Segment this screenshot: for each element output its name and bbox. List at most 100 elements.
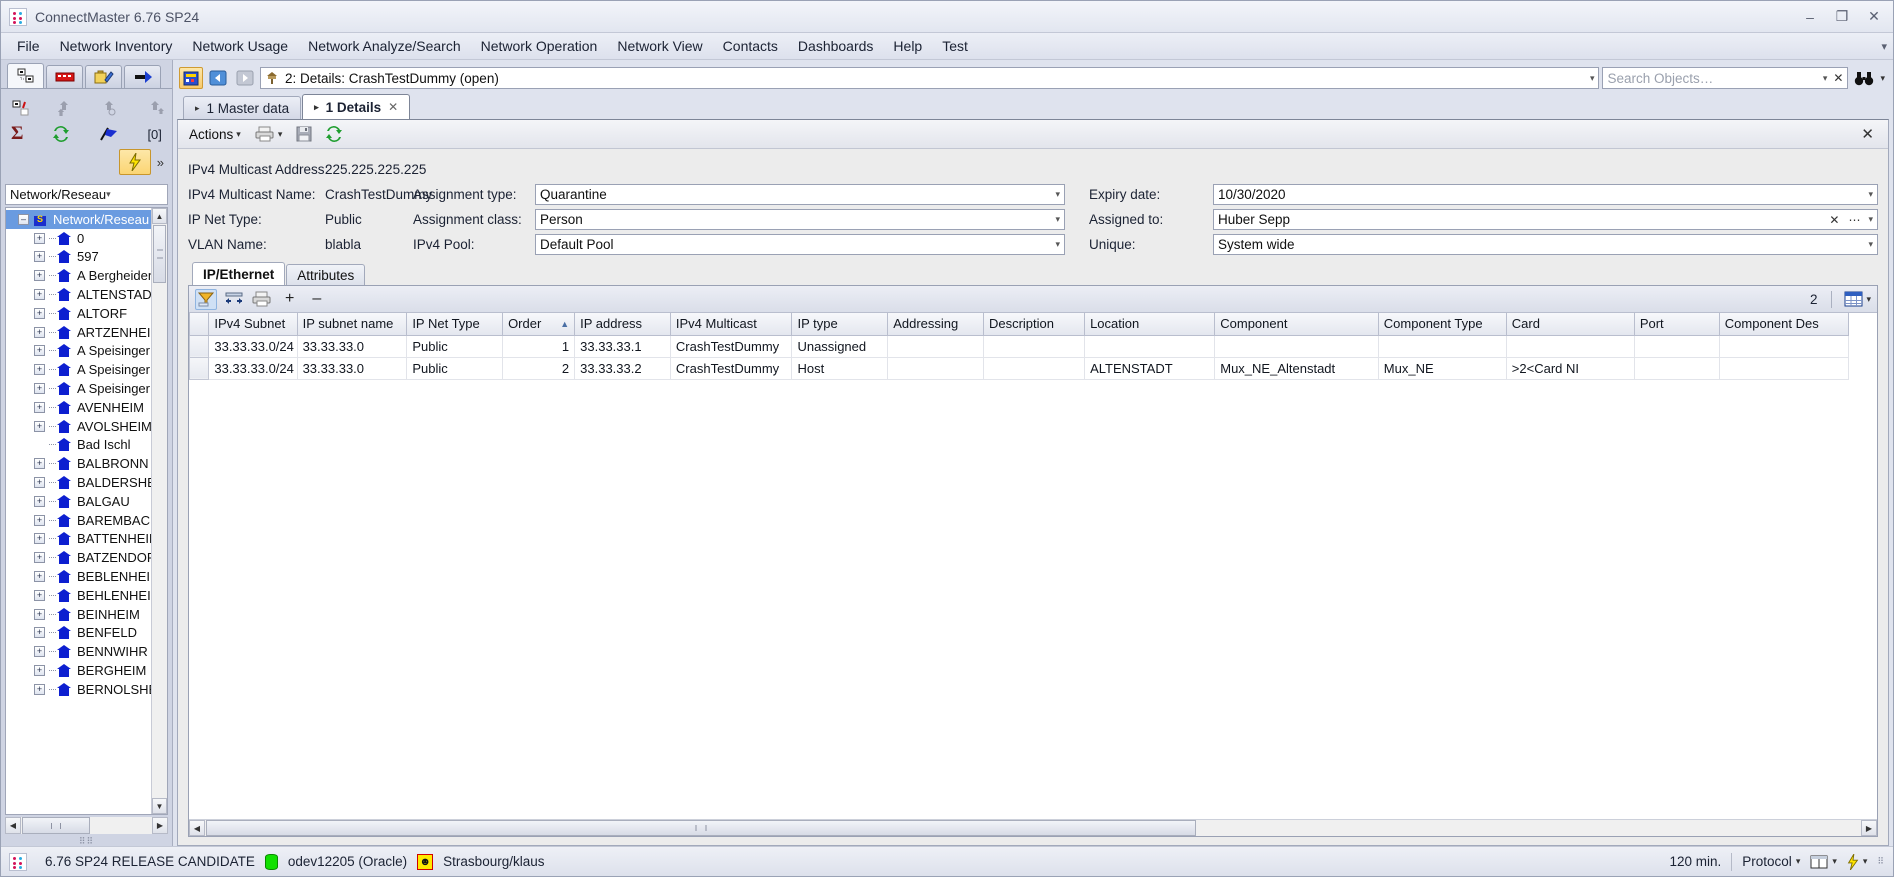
cell-ip-type[interactable]: Host xyxy=(791,357,889,380)
tab-attributes[interactable]: Attributes xyxy=(286,264,366,285)
browse-ellipsis-icon[interactable]: ⋯ xyxy=(1844,213,1864,227)
sidebar-tab-connector[interactable] xyxy=(124,65,161,88)
tree-node-11[interactable]: Bad Ischl xyxy=(6,436,151,455)
tree-node-2[interactable]: + A Bergheiden 1 xyxy=(6,266,151,285)
cell-addressing[interactable] xyxy=(887,335,984,358)
table-row[interactable]: 33.33.33.0/24 33.33.33.0 Public 2 33.33.33.2… xyxy=(189,357,1850,380)
tree-node-4[interactable]: + ALTORF xyxy=(6,304,151,323)
cell-addressing[interactable] xyxy=(887,357,984,380)
scroll-left-arrow-icon[interactable]: ◀ xyxy=(189,820,205,836)
column-header-addressing[interactable]: Addressing xyxy=(887,313,984,336)
column-chooser-button[interactable]: ▾ xyxy=(1844,291,1871,307)
tree-expander-icon[interactable]: + xyxy=(34,270,45,282)
tree-expander-icon[interactable]: + xyxy=(34,477,45,489)
tree-expander-icon[interactable]: + xyxy=(34,646,45,658)
layout-button[interactable]: ▾ xyxy=(1810,855,1837,869)
tab-ip-ethernet[interactable]: IP/Ethernet xyxy=(192,262,286,285)
row-selector-cell[interactable] xyxy=(189,357,210,380)
refresh-icon[interactable] xyxy=(51,124,71,144)
menu-overflow-icon[interactable]: ▾ xyxy=(1881,40,1887,53)
table-row[interactable]: 33.33.33.0/24 33.33.33.0 Public 1 33.33.33.1… xyxy=(189,335,1850,358)
grid-h-scroll-thumb[interactable] xyxy=(206,820,1196,836)
scroll-left-arrow-icon[interactable]: ◀ xyxy=(5,817,21,834)
tree-node-5[interactable]: + ARTZENHEIM xyxy=(6,323,151,342)
column-header-ipv4-multicast[interactable]: IPv4 Multicast xyxy=(669,313,793,336)
add-node-icon[interactable] xyxy=(11,98,31,118)
column-header-component-type[interactable]: Component Type xyxy=(1377,313,1507,336)
panel-close-button[interactable]: ✕ xyxy=(1853,125,1882,143)
cell-order[interactable]: 2 xyxy=(502,357,576,380)
tree-node-19[interactable]: + BEHLENHEIM xyxy=(6,586,151,605)
add-row-button[interactable]: + xyxy=(279,290,300,308)
menu-item-network-view[interactable]: Network View xyxy=(607,35,712,57)
assignment-type-select[interactable]: Quarantine ▾ xyxy=(535,184,1065,205)
cell-port[interactable] xyxy=(1634,335,1720,358)
tree-node-14[interactable]: + BALGAU xyxy=(6,492,151,511)
column-header-ip-type[interactable]: IP type xyxy=(791,313,889,336)
cell-description[interactable] xyxy=(983,335,1086,358)
save-button[interactable] xyxy=(291,124,317,144)
column-header-location[interactable]: Location xyxy=(1084,313,1216,336)
tree-node-7[interactable]: + A Speisinger 113 xyxy=(6,360,151,379)
cell-location[interactable] xyxy=(1084,335,1216,358)
tree-node-18[interactable]: + BEBLENHEIM xyxy=(6,567,151,586)
scroll-up-arrow-icon[interactable]: ▲ xyxy=(152,208,167,224)
menu-item-network-usage[interactable]: Network Usage xyxy=(182,35,298,57)
cell-ip-net-type[interactable]: Public xyxy=(406,357,504,380)
tree-expander-icon[interactable]: + xyxy=(34,533,45,545)
column-header-component-des[interactable]: Component Des xyxy=(1718,313,1850,336)
cell-ip-net-type[interactable]: Public xyxy=(406,335,504,358)
tree-expander-icon[interactable]: + xyxy=(34,683,45,695)
maximize-button[interactable]: ❐ xyxy=(1827,6,1857,28)
actions-menu-button[interactable]: Actions ▾ xyxy=(184,125,246,144)
window-resize-grip[interactable]: ⠿ xyxy=(1877,856,1885,867)
close-button[interactable]: ✕ xyxy=(1859,6,1889,28)
h-scroll-thumb[interactable] xyxy=(22,817,90,834)
search-input[interactable]: Search Objects… ▾ ✕ xyxy=(1602,67,1849,89)
tree-node-root[interactable]: – Network/Reseau xyxy=(6,210,151,229)
tab-details[interactable]: ▸ 1 Details ✕ xyxy=(302,94,411,119)
tree-node-15[interactable]: + BAREMBACH xyxy=(6,511,151,530)
cell-ipv4-subnet[interactable]: 33.33.33.0/24 xyxy=(208,335,298,358)
tree-node-24[interactable]: + BERNOLSHEIM xyxy=(6,680,151,699)
menu-item-help[interactable]: Help xyxy=(883,35,932,57)
tree-expander-icon[interactable]: + xyxy=(34,307,45,319)
cell-ipv4-multicast[interactable]: CrashTestDummy xyxy=(670,335,793,358)
column-header-ip-net-type[interactable]: IP Net Type xyxy=(406,313,504,336)
sidebar-tab-equipment[interactable] xyxy=(46,65,83,88)
sidebar-tab-tools[interactable] xyxy=(85,65,122,88)
tab-master-data[interactable]: ▸ 1 Master data xyxy=(183,96,302,119)
tree-expander-icon[interactable]: + xyxy=(34,326,45,338)
cell-ip-subnet-name[interactable]: 33.33.33.0 xyxy=(297,357,408,380)
minimize-button[interactable]: – xyxy=(1795,6,1825,28)
tree-expander-icon[interactable]: + xyxy=(34,514,45,526)
menu-item-network-operation[interactable]: Network Operation xyxy=(471,35,608,57)
scope-combo[interactable]: Network/Reseau ▾ xyxy=(5,184,168,205)
sidebar-tab-hierarchy[interactable] xyxy=(7,63,44,88)
tree-node-0[interactable]: +0 xyxy=(6,229,151,248)
move-up-node-icon[interactable] xyxy=(57,98,77,118)
tree-expander-icon[interactable]: + xyxy=(34,345,45,357)
tree-node-16[interactable]: + BATTENHEIM xyxy=(6,530,151,549)
menu-item-contacts[interactable]: Contacts xyxy=(713,35,788,57)
tree-expander-icon[interactable]: + xyxy=(34,251,45,263)
cell-ip-address[interactable]: 33.33.33.1 xyxy=(574,335,671,358)
copy-node-icon[interactable] xyxy=(148,98,168,118)
search-clear-icon[interactable]: ✕ xyxy=(1833,71,1843,85)
column-header-ipv4-subnet[interactable]: IPv4 Subnet xyxy=(208,313,298,336)
column-header-ip-address[interactable]: IP address xyxy=(574,313,671,336)
quick-action-bolt-button[interactable] xyxy=(118,149,151,175)
chevron-down-icon[interactable]: ▾ xyxy=(1864,214,1873,225)
sidebar-resize-grip[interactable]: ⠿⠿ xyxy=(1,836,172,846)
network-tree[interactable]: –Network/Reseau+0+597+A Bergheiden 1+ALT… xyxy=(6,208,151,814)
column-header-order[interactable]: Order ▲ xyxy=(502,313,576,336)
cell-location[interactable]: ALTENSTADT xyxy=(1084,357,1216,380)
cell-ipv4-subnet[interactable]: 33.33.33.0/24 xyxy=(208,357,298,380)
tree-node-6[interactable]: + A Speisinger 40 xyxy=(6,342,151,361)
navigate-forward-button[interactable] xyxy=(233,67,257,89)
assigned-to-field[interactable]: Huber Sepp ✕ ⋯ ▾ xyxy=(1213,209,1878,230)
cell-component-des[interactable] xyxy=(1719,357,1850,380)
tree-expander-icon[interactable]: + xyxy=(34,289,45,301)
navigate-back-button[interactable] xyxy=(206,67,230,89)
ipv4-pool-select[interactable]: Default Pool ▾ xyxy=(535,234,1065,255)
